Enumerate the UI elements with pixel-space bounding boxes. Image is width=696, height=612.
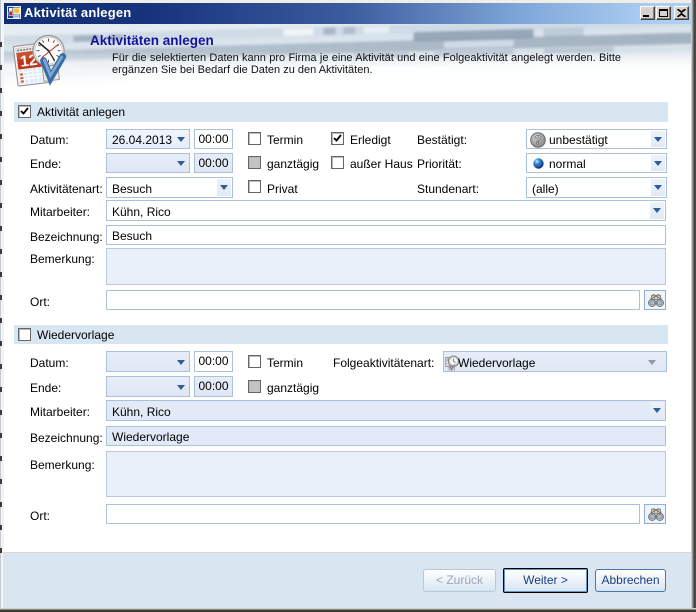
svg-text:?: ? [534, 133, 541, 147]
